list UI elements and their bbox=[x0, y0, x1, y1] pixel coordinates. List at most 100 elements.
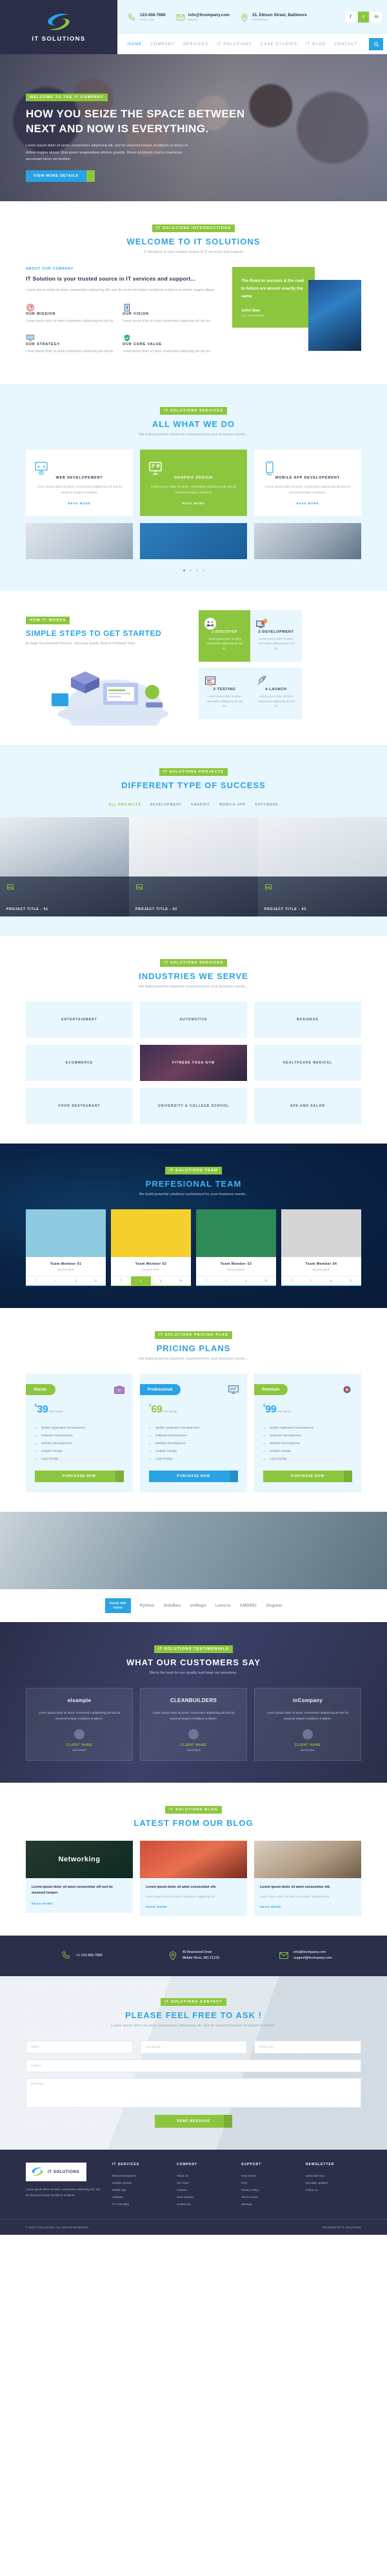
industry-spa-and-salon[interactable]: SPA AND SALON bbox=[254, 1087, 361, 1124]
nav-item-it-blog[interactable]: IT BLOG bbox=[306, 43, 326, 46]
client-logo-lenovo[interactable]: Lenovo bbox=[215, 1603, 231, 1608]
footer-link[interactable]: Follow us bbox=[306, 2186, 361, 2194]
filter-development[interactable]: DEVELOPMENT bbox=[150, 803, 181, 807]
filter-all-projects[interactable]: ALL PROJECTS bbox=[108, 803, 141, 807]
footer-link[interactable]: Case Studies bbox=[177, 2194, 232, 2201]
footer-link[interactable]: About Us bbox=[177, 2172, 232, 2179]
step-development[interactable]: 2-DEVELOPMENT Lorem ipsum dolor sit amet… bbox=[250, 609, 302, 662]
portfolio-image-2[interactable] bbox=[129, 817, 258, 877]
contact-bar-phone[interactable]: +1 123-456-7890 bbox=[26, 1950, 137, 1962]
footer-link[interactable]: Careers bbox=[177, 2186, 232, 2194]
industry-university-college[interactable]: UNIVERSITY & COLLEGE SCHOOL bbox=[140, 1087, 247, 1124]
footer-link[interactable]: Software bbox=[112, 2194, 168, 2201]
twitter-icon[interactable]: t bbox=[301, 1276, 321, 1285]
footer-link[interactable]: Get daily updates bbox=[306, 2179, 361, 2186]
linkedin-icon[interactable]: in bbox=[86, 1276, 106, 1285]
facebook-icon[interactable]: f bbox=[281, 1276, 301, 1285]
footer-link[interactable]: IT Consulting bbox=[112, 2201, 168, 2208]
logo-block[interactable]: IT SOLUTIONS bbox=[0, 0, 117, 54]
carousel-dot-4[interactable] bbox=[202, 569, 204, 571]
industry-automotive[interactable]: AUTOMOTIVE bbox=[140, 1001, 247, 1038]
feature-our-vision[interactable]: OUR VISION Lorem ipsum dolor sit amet co… bbox=[123, 303, 219, 325]
nav-item-services[interactable]: SERVICES bbox=[183, 43, 208, 46]
footer-link[interactable]: Terms of Use bbox=[241, 2194, 297, 2201]
team-member-2[interactable]: Team Member 02 DESIGNER f t g in bbox=[111, 1209, 191, 1286]
carousel-dot-2[interactable] bbox=[189, 569, 192, 571]
client-logo-unmago[interactable]: unMago bbox=[190, 1603, 206, 1608]
service-card-web-development[interactable]: WEB DEVELOPEMENT Lorem ipsum dolor sit a… bbox=[26, 449, 133, 516]
footer-link[interactable]: FAQ bbox=[241, 2179, 297, 2186]
blog-readmore[interactable]: READ MORE bbox=[260, 1905, 355, 1908]
name-field[interactable]: Name * bbox=[26, 2041, 133, 2054]
team-member-3[interactable]: Team Member 03 DESIGNER f t g in bbox=[196, 1209, 276, 1286]
twitter-icon[interactable]: t bbox=[131, 1276, 151, 1285]
linkedin-icon[interactable]: in bbox=[371, 12, 382, 23]
plan-purchase-button[interactable]: PURCHASE NOW bbox=[35, 1471, 124, 1482]
footer-link[interactable]: Privacy Policy bbox=[241, 2186, 297, 2194]
linkedin-icon[interactable]: in bbox=[171, 1276, 191, 1285]
footer-link[interactable]: Contact Us bbox=[177, 2201, 232, 2208]
service-readmore[interactable]: READ MORE bbox=[262, 502, 353, 505]
filter-software[interactable]: SOFTWARE bbox=[255, 803, 279, 807]
plan-purchase-button[interactable]: PURCHASE NOW bbox=[263, 1471, 352, 1482]
send-message-button[interactable]: SEND MESSAGE bbox=[155, 2115, 232, 2128]
service-readmore[interactable]: READ MORE bbox=[148, 502, 239, 505]
filter-graphic[interactable]: GRAPHIC bbox=[191, 803, 210, 807]
facebook-icon[interactable]: f bbox=[26, 1276, 46, 1285]
service-readmore[interactable]: READ MORE bbox=[34, 502, 125, 505]
team-member-4[interactable]: Team Member 04 DESIGNER f t g in bbox=[281, 1209, 361, 1286]
step-discover[interactable]: 1-DISCOVER Lorem ipsum dolor sit amet co… bbox=[199, 609, 250, 662]
email-field[interactable]: Your Email * bbox=[140, 2041, 247, 2054]
feature-our-mission[interactable]: OUR MISSION Lorem ipsum dolor sit amet c… bbox=[26, 303, 123, 325]
carousel-dot-3[interactable] bbox=[195, 569, 198, 571]
header-contact-phone[interactable]: 123-456-7890 CALL US bbox=[128, 13, 166, 22]
google-icon[interactable]: g bbox=[321, 1276, 341, 1285]
portfolio-card-1[interactable]: PROJECT TITLE - 01 bbox=[0, 876, 129, 916]
industry-food-restaurant[interactable]: FOOD RESTAURANT bbox=[26, 1087, 133, 1124]
twitter-icon[interactable]: t bbox=[216, 1276, 236, 1285]
nav-item-company[interactable]: COMPANY bbox=[150, 43, 175, 46]
contact-bar-address[interactable]: 49 Brairwood Drive Middle River, MD 2122… bbox=[137, 1950, 249, 1962]
industry-ecommerce[interactable]: ECOMMERCE bbox=[26, 1044, 133, 1081]
header-contact-address[interactable]: 15, Edison Street, Baltimore ADDRESS bbox=[240, 13, 307, 22]
feature-our-strategy[interactable]: OUR STRATEGY Lorem ipsum dolor sit amet … bbox=[26, 333, 123, 355]
blog-post-2[interactable]: Lorem ipsum dolor sit amet consectetur e… bbox=[140, 1840, 247, 1916]
contact-bar-email[interactable]: info@itcompany.com support@itcompany.com bbox=[250, 1950, 361, 1962]
facebook-icon[interactable]: f bbox=[111, 1276, 131, 1285]
portfolio-card-2[interactable]: PROJECT TITLE - 02 bbox=[129, 876, 258, 916]
team-member-1[interactable]: Team Member 01 DESIGNER f t g in bbox=[26, 1209, 106, 1286]
blog-post-3[interactable]: Lorem ipsum dolor sit amet consectetur e… bbox=[254, 1840, 361, 1916]
footer-link[interactable]: Subscribe now bbox=[306, 2172, 361, 2179]
step-testing[interactable]: 3-TESTING Lorem ipsum dolor sit amet con… bbox=[199, 668, 250, 719]
footer-link[interactable]: Graphic Design bbox=[112, 2179, 168, 2186]
nav-item-home[interactable]: HOME bbox=[128, 43, 142, 46]
linkedin-icon[interactable]: in bbox=[341, 1276, 361, 1285]
industry-business[interactable]: BUSINESS bbox=[254, 1001, 361, 1038]
footer-logo[interactable]: IT SOLUTIONS bbox=[26, 2163, 86, 2182]
industry-fitness-yoga-gym[interactable]: FITNESS YOGA GYM bbox=[140, 1044, 247, 1081]
portfolio-card-3[interactable]: PROJECT TITLE - 03 bbox=[258, 876, 387, 916]
facebook-icon[interactable]: f bbox=[196, 1276, 216, 1285]
blog-readmore[interactable]: READ MORE bbox=[32, 1902, 127, 1905]
nav-item-case-studies[interactable]: CASE STUDIES bbox=[261, 43, 297, 46]
google-icon[interactable]: g bbox=[236, 1276, 256, 1285]
subject-field[interactable]: Subject bbox=[26, 2059, 361, 2073]
portfolio-image-3[interactable] bbox=[258, 817, 387, 877]
service-card-graphic-design[interactable]: GRAPHIC DESIGN Lorem ipsum dolor sit ame… bbox=[140, 449, 247, 516]
footer-link[interactable]: Our Team bbox=[177, 2179, 232, 2186]
client-logo-amdrei[interactable]: AMDREI bbox=[240, 1603, 257, 1608]
portfolio-image-1[interactable] bbox=[0, 817, 129, 877]
header-contact-email[interactable]: info@itcompany.com EMAIL bbox=[176, 13, 230, 22]
footer-link[interactable]: Web Development bbox=[112, 2172, 168, 2179]
hero-cta-accent[interactable] bbox=[86, 170, 95, 182]
blog-readmore[interactable]: READ MORE bbox=[146, 1905, 241, 1908]
client-logo-jingmai[interactable]: Jingmai bbox=[266, 1603, 282, 1608]
footer-link[interactable]: Sitemap bbox=[241, 2201, 297, 2208]
blog-post-1[interactable]: Networking Lorem ipsum dolor sit amet co… bbox=[26, 1840, 133, 1916]
service-card-mobile-app[interactable]: MOBILE APP DEVELOPEMENT Lorem ipsum dolo… bbox=[254, 449, 361, 516]
twitter-icon[interactable]: t bbox=[46, 1276, 66, 1285]
facebook-icon[interactable]: f bbox=[345, 12, 356, 23]
linkedin-icon[interactable]: in bbox=[256, 1276, 276, 1285]
footer-link[interactable]: Help Center bbox=[241, 2172, 297, 2179]
google-icon[interactable]: g bbox=[66, 1276, 86, 1285]
